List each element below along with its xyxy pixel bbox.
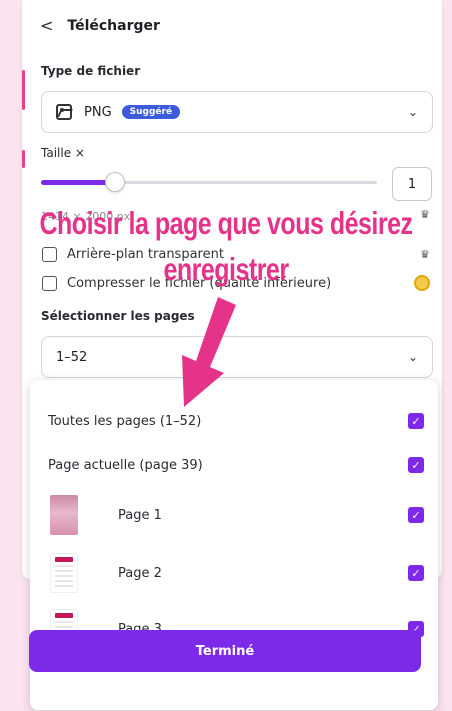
file-type-value: PNG — [84, 104, 112, 120]
check-icon[interactable]: ✓ — [408, 507, 424, 523]
done-button[interactable]: Terminé — [29, 630, 421, 672]
annotation-line-1: Choisir la page que vous désirez — [39, 206, 413, 242]
annotation-line-2: enregistrer — [163, 252, 289, 288]
size-input[interactable]: 1 — [392, 167, 432, 201]
page-thumbnail — [50, 495, 78, 535]
list-item[interactable]: Page 1 ✓ — [30, 492, 438, 538]
list-item-label: Page 2 — [118, 565, 162, 581]
back-icon[interactable]: < — [40, 18, 53, 34]
download-stage: < Télécharger Type de fichier PNG Suggér… — [0, 0, 452, 711]
chevron-down-icon: ⌄ — [407, 350, 418, 364]
image-file-icon — [56, 104, 72, 120]
list-item[interactable]: Page actuelle (page 39) ✓ — [30, 446, 438, 484]
size-label: Taille × — [41, 146, 85, 160]
check-icon[interactable]: ✓ — [408, 565, 424, 581]
edge-accent — [22, 150, 25, 168]
size-slider-fill — [41, 180, 115, 185]
page-thumbnail — [50, 553, 78, 593]
page-title: Télécharger — [67, 18, 160, 34]
list-item-label: Toutes les pages (1–52) — [48, 413, 202, 429]
suggested-badge: Suggéré — [121, 105, 181, 119]
list-item[interactable]: Page 2 ✓ — [30, 550, 438, 596]
chevron-down-icon: ⌄ — [407, 105, 418, 119]
check-icon[interactable]: ✓ — [408, 413, 424, 429]
pages-value: 1–52 — [56, 349, 88, 365]
list-item-label: Page actuelle (page 39) — [48, 457, 203, 473]
header: < Télécharger — [40, 18, 160, 35]
edge-accent — [22, 70, 25, 110]
size-slider-handle[interactable] — [105, 172, 125, 192]
list-item-label: Page 1 — [118, 507, 162, 523]
file-type-select[interactable]: PNG Suggéré ⌄ — [41, 91, 433, 133]
file-type-label: Type de fichier — [41, 64, 141, 78]
check-icon[interactable]: ✓ — [408, 457, 424, 473]
arrow-down-left-icon — [182, 297, 236, 407]
